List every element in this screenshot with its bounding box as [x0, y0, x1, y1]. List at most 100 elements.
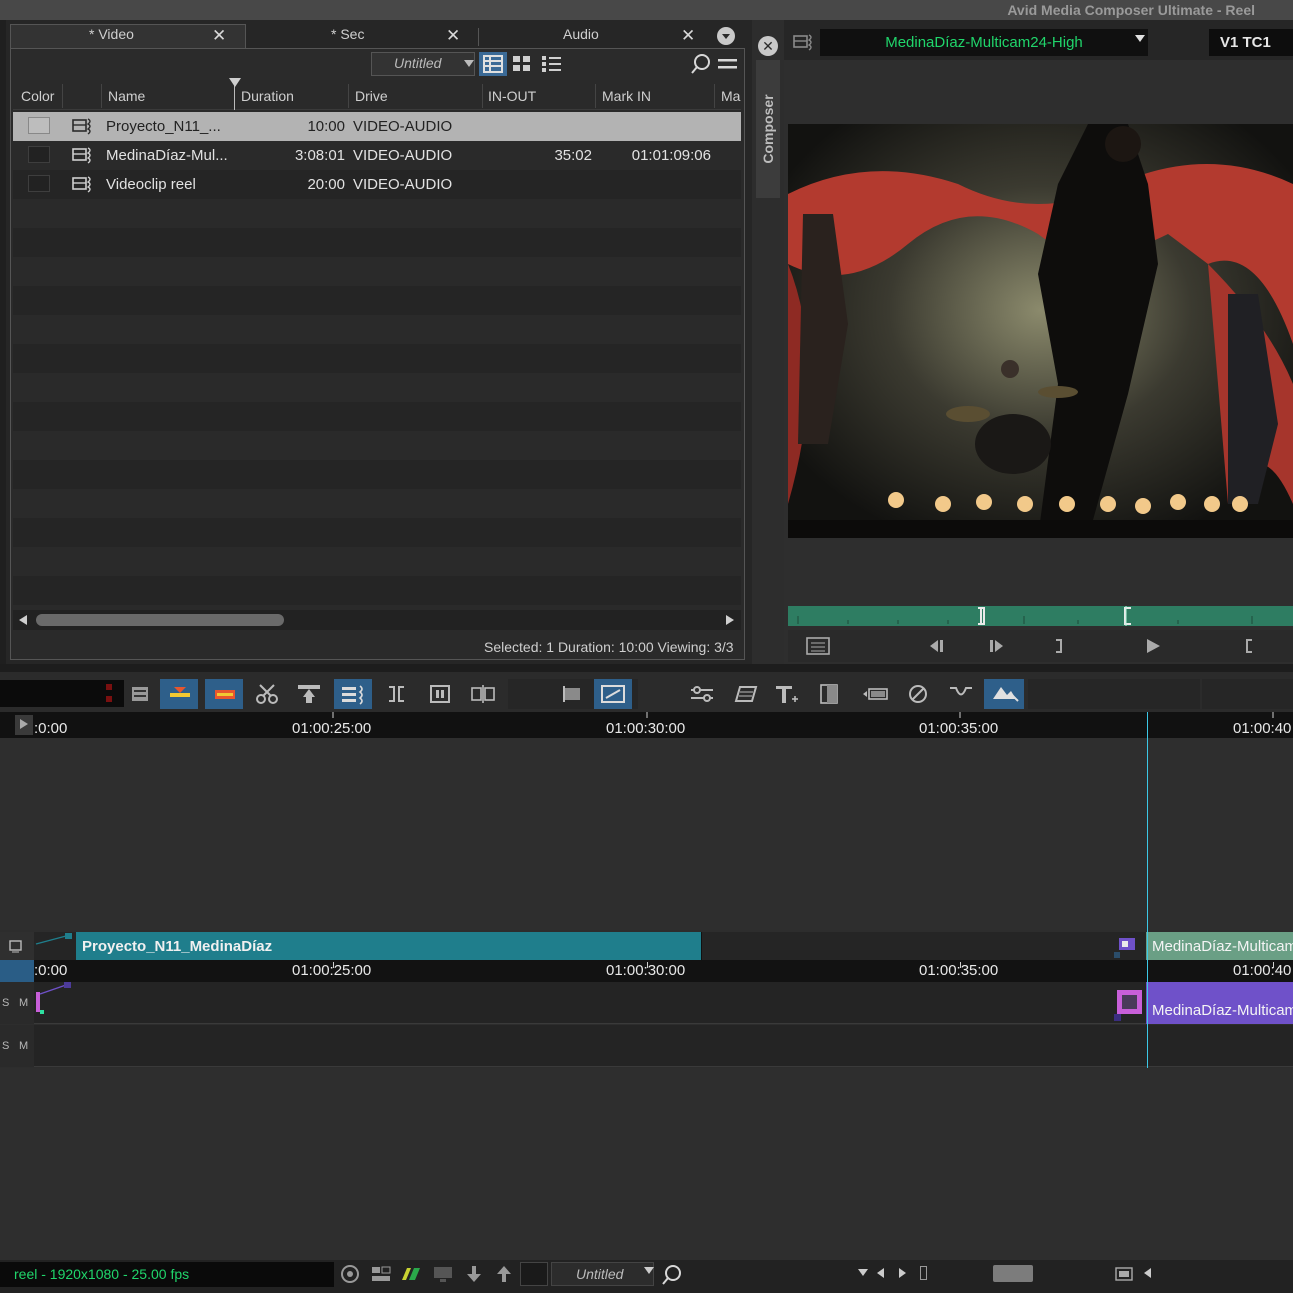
scroll-right-icon[interactable] [726, 615, 734, 625]
list-view-icon[interactable] [538, 52, 566, 76]
chevron-down-icon[interactable] [1135, 33, 1145, 43]
step-back-icon[interactable] [928, 638, 946, 654]
column-divider [348, 84, 349, 108]
panel-divider [0, 664, 1293, 672]
settings-icon[interactable] [340, 1264, 360, 1284]
row-name: MedinaDíaz-Mul... [106, 147, 228, 164]
a2-track[interactable] [34, 1025, 1293, 1067]
effect-icon[interactable] [1114, 986, 1146, 1024]
effect-icon[interactable] [1114, 934, 1140, 958]
arrow-up-icon[interactable] [494, 1264, 514, 1284]
tab-audio[interactable]: Audio [563, 26, 599, 48]
scroll-left-icon[interactable] [876, 1268, 886, 1278]
clip-edge [701, 932, 702, 960]
tc-label: 01:00:25:00 [292, 962, 372, 979]
column-header-in-out[interactable]: IN-OUT [488, 88, 536, 104]
close-icon[interactable]: ✕ [758, 36, 778, 56]
title-tool-icon[interactable] [768, 679, 806, 709]
search-icon[interactable] [690, 53, 712, 75]
tab-sec[interactable]: * Sec [331, 26, 364, 48]
split-view-icon[interactable] [464, 679, 502, 709]
mark-in-icon[interactable] [1243, 638, 1255, 654]
column-header-name[interactable]: Name [108, 88, 145, 104]
scrollbar-thumb[interactable] [36, 614, 284, 626]
track-color-box[interactable] [520, 1262, 548, 1286]
arrow-down-icon[interactable] [464, 1264, 484, 1284]
fit-to-window-icon[interactable] [1115, 1266, 1133, 1282]
table-row[interactable]: Proyecto_N11_... 10:00 VIDEO-AUDIO [13, 112, 741, 141]
play-icon[interactable] [15, 715, 33, 735]
track-view-icon[interactable] [370, 1264, 392, 1284]
close-icon[interactable]: ✕ [446, 26, 460, 46]
mark-out-icon[interactable] [1053, 638, 1065, 654]
toolbar-spacer [1028, 679, 1200, 709]
column-header-drive[interactable]: Drive [355, 88, 388, 104]
sequence-icon [72, 175, 94, 193]
zoom-slider-start[interactable] [920, 1266, 927, 1280]
scroll-left-icon[interactable] [19, 615, 27, 625]
render-effect-icon[interactable] [726, 679, 764, 709]
solo-button[interactable]: S [2, 997, 9, 1009]
mute-button[interactable]: M [19, 997, 28, 1009]
mark-clip-icon[interactable] [857, 679, 895, 709]
solo-button[interactable]: S [2, 1040, 9, 1052]
column-header-duration[interactable]: Duration [241, 88, 294, 104]
table-row[interactable]: MedinaDíaz-Mul... 3:08:01 VIDEO-AUDIO 35… [13, 141, 741, 170]
chevron-down-icon[interactable] [858, 1268, 868, 1278]
bin-view-select[interactable]: Untitled [371, 52, 475, 76]
frame-view-icon[interactable] [479, 52, 507, 76]
source-list-icon[interactable] [806, 636, 830, 656]
clip-menu-icon[interactable] [793, 33, 815, 51]
monitor-icon[interactable] [432, 1264, 454, 1284]
clip-color-icon[interactable] [400, 1264, 422, 1284]
timeline-clip[interactable]: MedinaDíaz-Multicam [1146, 932, 1293, 960]
a1-track[interactable] [34, 982, 1293, 1024]
clear-marks-icon[interactable] [899, 679, 937, 709]
chevron-down-icon[interactable] [644, 1265, 654, 1275]
column-header-color[interactable]: Color [21, 88, 54, 104]
top-tail-icon[interactable] [378, 679, 416, 709]
table-row[interactable]: Videoclip reel 20:00 VIDEO-AUDIO [13, 170, 741, 199]
close-icon[interactable]: ✕ [212, 26, 226, 46]
grid-view-icon[interactable] [508, 52, 536, 76]
left-edge [0, 20, 6, 664]
position-bar[interactable] [788, 606, 1293, 626]
timeline-clip[interactable]: MedinaDíaz-Multicam [1146, 982, 1293, 1024]
playhead[interactable] [1147, 712, 1148, 1068]
segment-mode-icon[interactable] [984, 679, 1024, 709]
add-edit-icon[interactable] [552, 679, 590, 709]
sequence-icon [72, 146, 94, 164]
lift-extract-icon[interactable] [290, 679, 328, 709]
splice-in-icon[interactable] [160, 679, 198, 709]
scroll-right-icon[interactable] [897, 1268, 907, 1278]
match-frame-icon[interactable] [421, 679, 459, 709]
timeline-menu-icon[interactable] [124, 679, 162, 709]
tab-divider [478, 28, 479, 46]
step-forward-icon[interactable] [988, 638, 1006, 654]
ruler-label: 01:00:35:00 [919, 720, 999, 737]
tc-track-header[interactable] [0, 960, 34, 982]
trim-mode-icon[interactable] [942, 679, 980, 709]
column-header-mark-in[interactable]: Mark IN [602, 88, 651, 104]
play-icon[interactable] [1145, 638, 1161, 654]
zoom-slider-thumb[interactable] [993, 1265, 1033, 1282]
audio-mixer-icon[interactable] [810, 679, 848, 709]
close-icon[interactable]: ✕ [681, 26, 695, 46]
effect-settings-icon[interactable] [683, 679, 721, 709]
tab-video-label: * Video [89, 26, 134, 42]
mute-button[interactable]: M [19, 1040, 28, 1052]
v1-track-header[interactable] [0, 932, 34, 960]
timeline-clip[interactable]: Proyecto_N11_MedinaDíaz [76, 932, 701, 960]
overwrite-icon[interactable] [205, 679, 243, 709]
clip-name-display[interactable]: MedinaDíaz-Multicam24-High [820, 29, 1148, 56]
scissors-icon[interactable] [248, 679, 286, 709]
hamburger-menu-icon[interactable] [717, 55, 739, 73]
horizontal-scrollbar[interactable] [13, 610, 741, 630]
scroll-left-icon[interactable] [1143, 1268, 1153, 1278]
search-icon[interactable] [661, 1264, 683, 1286]
tab-menu-icon[interactable] [717, 27, 735, 45]
timeline-view-select[interactable]: Untitled [551, 1262, 654, 1286]
composer-monitor-icon[interactable] [594, 679, 632, 709]
column-header-mark-out[interactable]: Ma [721, 88, 740, 104]
sequence-view-icon[interactable] [334, 679, 372, 709]
